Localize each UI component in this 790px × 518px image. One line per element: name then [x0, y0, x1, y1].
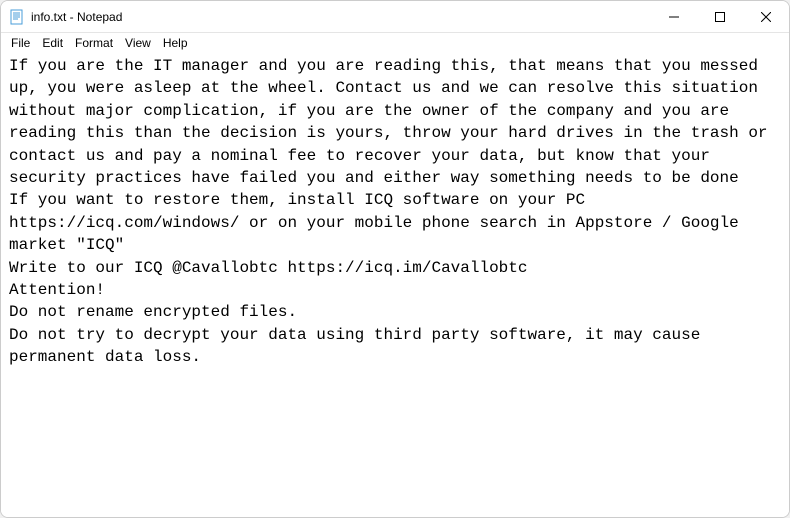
text-content[interactable]: If you are the IT manager and you are re…	[1, 53, 789, 517]
menu-format[interactable]: Format	[69, 34, 119, 52]
menubar: File Edit Format View Help	[1, 33, 789, 53]
notepad-icon	[9, 9, 25, 25]
menu-file[interactable]: File	[5, 34, 36, 52]
close-button[interactable]	[743, 1, 789, 33]
titlebar[interactable]: info.txt - Notepad	[1, 1, 789, 33]
window-title: info.txt - Notepad	[31, 10, 651, 24]
window-controls	[651, 1, 789, 32]
notepad-window: info.txt - Notepad File Edit For	[0, 0, 790, 518]
menu-help[interactable]: Help	[157, 34, 194, 52]
menu-edit[interactable]: Edit	[36, 34, 69, 52]
maximize-button[interactable]	[697, 1, 743, 33]
menu-view[interactable]: View	[119, 34, 157, 52]
minimize-button[interactable]	[651, 1, 697, 33]
